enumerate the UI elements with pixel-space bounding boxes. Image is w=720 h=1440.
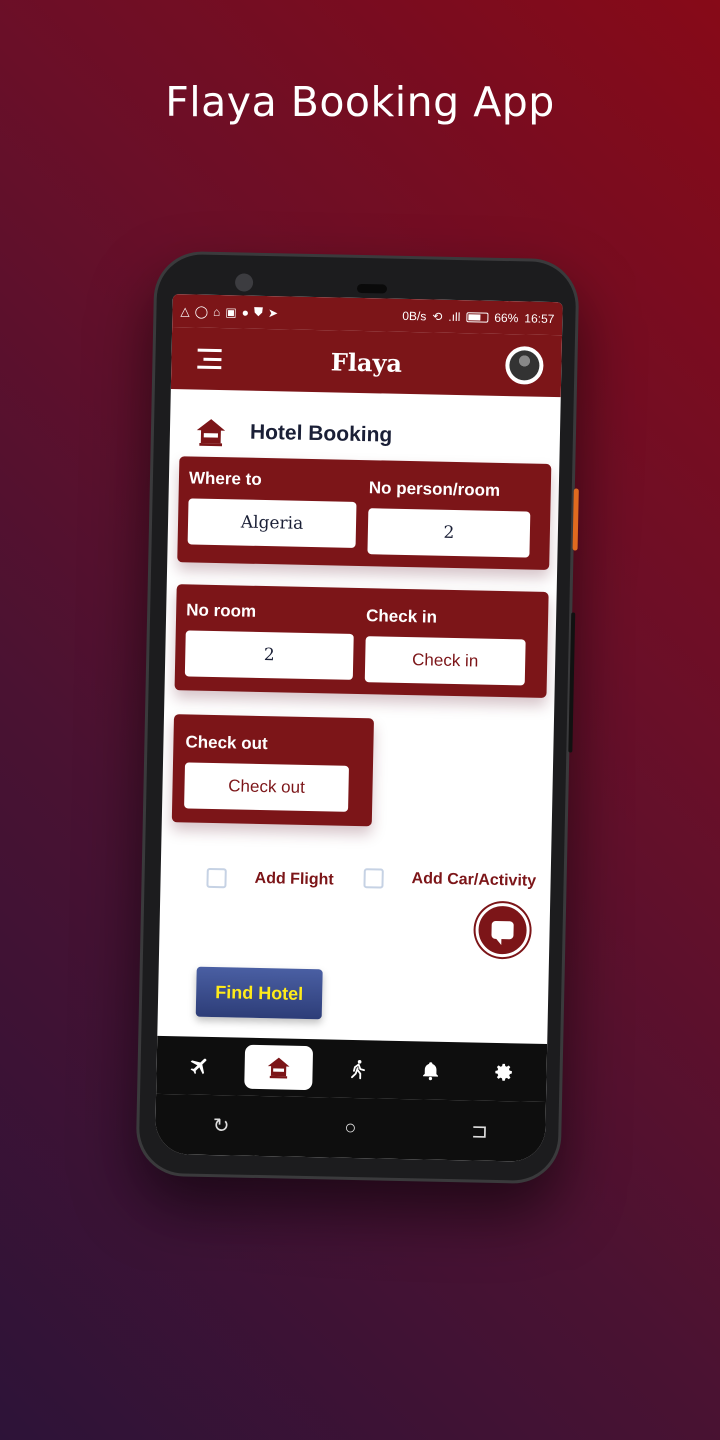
add-flight-checkbox[interactable] xyxy=(206,867,227,889)
telegram-icon: ➤ xyxy=(267,305,279,320)
bottom-nav xyxy=(156,1035,548,1103)
battery-percent: 66% xyxy=(494,310,519,325)
net-speed: 0B/s xyxy=(402,308,427,323)
status-indicators: 0B/s ⟲ .ıll 66% 16:57 xyxy=(402,308,554,325)
page-title: Hotel Booking xyxy=(249,420,393,447)
battery-icon xyxy=(466,311,489,323)
where-to-label: Where to xyxy=(188,468,262,489)
signal-icon: .ıll xyxy=(448,309,461,324)
check-in-field: Check in Check in xyxy=(364,606,527,686)
nav-flights-plane-icon[interactable] xyxy=(171,1043,228,1088)
shirt-icon: ⌂ xyxy=(212,304,221,319)
camera-icon xyxy=(234,273,254,292)
home-icon[interactable]: ○ xyxy=(344,1116,357,1139)
persons-input[interactable]: 2 xyxy=(367,508,531,558)
nav-settings-gear-icon[interactable] xyxy=(475,1050,532,1095)
system-nav: ↻ ○ ⊐ xyxy=(154,1093,546,1163)
recents-icon[interactable]: ↻ xyxy=(213,1113,230,1138)
add-flight-option[interactable]: Add Flight xyxy=(206,867,334,891)
check-out-card: Check out Check out xyxy=(171,714,374,827)
persons-field: No person/room 2 xyxy=(367,478,531,558)
rooms-input[interactable]: 2 xyxy=(184,630,354,680)
chat-button[interactable] xyxy=(475,902,531,958)
nav-notifications-bell-icon[interactable] xyxy=(402,1048,459,1093)
check-out-field: Check out Check out xyxy=(184,732,350,812)
app-bar: Flaya xyxy=(170,327,563,398)
warning-icon: △ xyxy=(180,303,190,318)
shield-icon: ⛊ xyxy=(253,304,264,319)
section-header: Hotel Booking xyxy=(169,389,560,463)
side-button xyxy=(572,488,579,551)
check-out-input[interactable]: Check out xyxy=(184,762,349,812)
add-car-label: Add Car/Activity xyxy=(411,870,537,890)
phone-frame: △ ◯ ⌂ ▣ ● ⛊ ➤ 0B/s ⟲ .ıll 66% 16:57 Flay… xyxy=(135,250,580,1185)
nav-hotels-hotel-icon[interactable] xyxy=(243,1044,313,1091)
where-to-field: Where to Algeria xyxy=(187,468,358,548)
vibrate-icon: ⟲ xyxy=(432,308,443,324)
back-icon[interactable]: ⊐ xyxy=(471,1118,488,1143)
app-title: Flaya xyxy=(330,346,403,378)
rooms-card: No room 2 Check in Check in xyxy=(174,584,549,698)
clock: 16:57 xyxy=(524,310,555,326)
speaker xyxy=(356,283,388,294)
add-car-checkbox[interactable] xyxy=(363,868,384,889)
add-flight-label: Add Flight xyxy=(254,869,334,889)
promo-title: Flaya Booking App xyxy=(165,78,555,126)
persons-label: No person/room xyxy=(368,478,501,500)
check-in-label: Check in xyxy=(365,606,438,627)
whatsapp-icon: ◯ xyxy=(194,304,209,319)
rooms-label: No room xyxy=(186,600,257,621)
screen: △ ◯ ⌂ ▣ ● ⛊ ➤ 0B/s ⟲ .ıll 66% 16:57 Flay… xyxy=(154,294,563,1163)
hotel-icon xyxy=(196,419,226,447)
rooms-field: No room 2 xyxy=(184,600,355,680)
destination-card: Where to Algeria No person/room 2 xyxy=(177,456,552,570)
circle-icon: ● xyxy=(241,304,250,320)
check-out-label: Check out xyxy=(185,732,268,754)
cast-icon: ▣ xyxy=(225,304,237,319)
add-car-option[interactable]: Add Car/Activity xyxy=(363,868,536,892)
volume-button xyxy=(568,612,576,753)
check-in-input[interactable]: Check in xyxy=(364,636,526,686)
options: Add Flight Add Car/Activity xyxy=(160,867,551,905)
where-to-input[interactable]: Algeria xyxy=(187,498,357,548)
notification-icons: △ ◯ ⌂ ▣ ● ⛊ ➤ xyxy=(180,303,278,320)
chat-icon xyxy=(491,920,514,940)
nav-activities-activity-icon[interactable] xyxy=(329,1046,386,1091)
find-hotel-button[interactable]: Find Hotel xyxy=(195,966,323,1020)
